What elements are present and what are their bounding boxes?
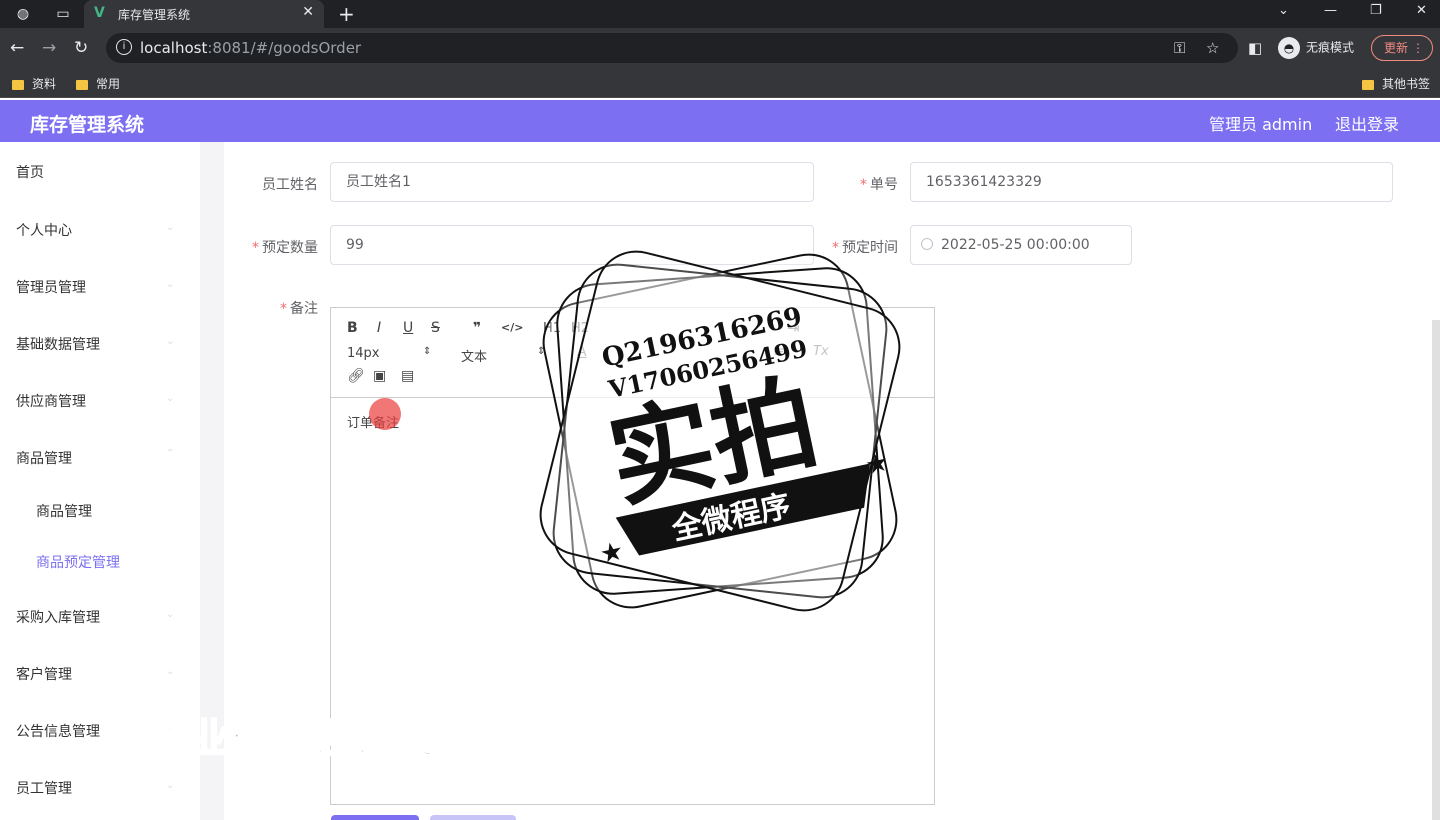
app-header: 库存管理系统 管理员 admin 退出登录 [0,100,1440,142]
submit-button[interactable] [331,815,419,820]
code-button[interactable]: </> [501,321,523,334]
tab-search-icon[interactable]: ▭ [54,5,72,23]
more-menu-icon: ⋮ [1412,41,1424,55]
site-info-icon[interactable]: i [116,39,132,55]
other-bookmarks[interactable]: 其他书签 [1362,75,1430,92]
incognito-indicator[interactable]: ◓ 无痕模式 [1278,37,1354,59]
globe-icon[interactable]: ◍ [14,5,32,23]
star-icon: ★ [862,447,891,481]
side-panel-icon[interactable]: ◧ [1248,39,1262,57]
folder-icon [12,79,24,90]
close-window-icon[interactable]: ✕ [1416,3,1427,18]
remark-label: * 备注 [280,301,318,317]
mouse-cursor-highlight [369,398,401,430]
employee-name-label: 员工姓名 [262,177,318,193]
folder-icon [76,79,88,90]
sidebar-item-staff[interactable]: 员工管理 [16,778,72,798]
vue-logo-icon: V [94,5,105,21]
chevron-down-icon: ⌄ [166,279,175,290]
quantity-label: * 预定数量 [252,240,318,256]
incognito-icon: ◓ [1278,37,1300,59]
chevron-down-icon: ⌄ [166,222,175,233]
watermark-stamp: Q2196316269 V17060256499 实拍 全微程序 ★ ★ [539,250,901,612]
bookmark-folder-1[interactable]: 常用 [76,75,120,92]
sidebar-item-supplier[interactable]: 供应商管理 [16,391,86,411]
bookmarks-bar: 资料 常用 其他书签 [0,68,1440,98]
video-icon[interactable]: ▤ [401,368,414,384]
tab-title: 库存管理系统 [118,8,191,22]
sidebar-item-customer[interactable]: 客户管理 [16,664,72,684]
minimize-icon[interactable]: — [1324,3,1337,18]
font-family-select[interactable]: 文本 [461,346,487,365]
page-scrollbar[interactable] [1432,320,1440,820]
order-number-input[interactable]: 1653361423329 [910,162,1393,202]
chevron-down-icon: ⌄ [166,393,175,404]
browser-tab-strip: ◍ ▭ V 库存管理系统 ✕ + ⌄ — ❐ ✕ [0,0,1440,28]
back-icon[interactable]: ← [10,38,24,58]
chevron-down-icon: ⌄ [166,609,175,620]
sidebar-subitem-goods-order[interactable]: 商品预定管理 [36,552,120,572]
browser-tab-active[interactable]: V 库存管理系统 ✕ [84,0,324,28]
tab-list-chevron-icon[interactable]: ⌄ [1278,3,1289,18]
key-icon[interactable]: ⚿ [1174,39,1185,57]
sidebar-subitem-goods[interactable]: 商品管理 [36,501,92,521]
order-time-picker[interactable]: 2022-05-25 00:00:00 [910,225,1132,265]
select-arrows-icon: ⇕ [423,346,432,357]
folder-icon [1362,79,1374,90]
strike-button[interactable]: S [431,320,440,336]
address-bar[interactable]: i localhost:8081/#/goodsOrder ⚿ ☆ [106,33,1238,63]
tab-close-icon[interactable]: ✕ [302,4,314,20]
font-size-select[interactable]: 14px [347,346,380,361]
url-text: localhost:8081/#/goodsOrder [140,39,362,57]
browser-toolbar: ← → ↻ i localhost:8081/#/goodsOrder ⚿ ☆ … [0,28,1440,68]
chevron-down-icon: ⌄ [166,780,175,791]
quote-button[interactable]: ❞ [473,320,481,336]
restore-icon[interactable]: ❐ [1370,3,1382,18]
cancel-button[interactable] [430,815,516,820]
sidebar-item-profile[interactable]: 个人中心 [16,220,72,240]
chevron-down-icon: ⌄ [166,336,175,347]
link-icon[interactable]: 🔗︎ [347,368,365,384]
new-tab-icon[interactable]: + [338,2,355,26]
order-number-label: * 单号 [860,177,898,193]
bookmark-folder-0[interactable]: 资料 [12,75,56,92]
app-title: 库存管理系统 [30,114,145,136]
current-user: 管理员 admin [1209,115,1313,134]
reload-icon[interactable]: ↻ [74,38,88,58]
bookmark-star-icon[interactable]: ☆ [1206,39,1219,57]
bold-button[interactable]: B [347,320,358,336]
sidebar-item-home[interactable]: 首页 [16,162,44,182]
chevron-down-icon: ⌄ [166,666,175,677]
sidebar-item-notice[interactable]: 公告信息管理 [16,721,100,741]
clock-icon [921,238,933,250]
image-icon[interactable]: ▣ [373,368,386,384]
employee-name-input[interactable]: 员工姓名1 [330,162,814,202]
logout-link[interactable]: 退出登录 [1335,111,1399,135]
underline-button[interactable]: U [403,320,413,336]
sidebar-item-purchase[interactable]: 采购入库管理 [16,607,100,627]
sidebar-item-goods[interactable]: 商品管理 [16,448,72,468]
sidebar-item-basic-data[interactable]: 基础数据管理 [16,334,100,354]
bottom-watermark-text: 专业毕业设计代做 [147,715,476,763]
update-button[interactable]: 更新 ⋮ [1371,35,1433,61]
sidebar-item-admin[interactable]: 管理员管理 [16,277,86,297]
chevron-up-icon: ⌃ [166,448,175,459]
italic-button[interactable]: I [377,320,381,336]
forward-icon[interactable]: → [42,38,56,58]
